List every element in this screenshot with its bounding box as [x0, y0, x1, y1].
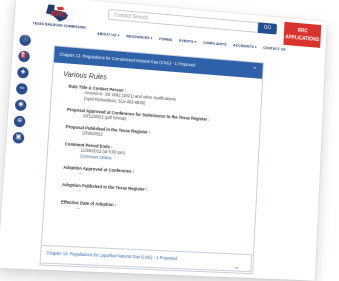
rrc-logo[interactable]: RRC TEXAS RAILROAD COMMISSION — [28, 1, 86, 36]
web-page: RRC TEXAS RAILROAD COMMISSION Contact Se… — [0, 0, 327, 281]
globe-icon[interactable]: ⊕ — [13, 115, 26, 128]
nav-item[interactable]: EVENTS ▾ — [179, 39, 196, 44]
oil-icon[interactable]: ◉ — [14, 99, 27, 112]
info-icon[interactable]: ⓘ — [19, 34, 32, 47]
nav-item[interactable]: ABOUT US ▾ — [97, 32, 120, 38]
car-icon[interactable]: ◈ — [16, 66, 29, 79]
truck-icon[interactable]: ▣ — [12, 131, 25, 144]
nav-item[interactable]: COMPLAINTS — [203, 41, 227, 47]
chapter-13-panel: Chapter 13. Regulations for Compressed N… — [39, 45, 264, 275]
chevron-up-icon[interactable]: ⌃ — [252, 63, 258, 79]
nav-item[interactable]: ACCIDENTS ▾ — [233, 43, 257, 49]
svg-text:RRC: RRC — [51, 11, 67, 19]
chevron-down-icon[interactable]: ⌄ — [234, 260, 240, 274]
pipeline-icon[interactable]: ═ — [15, 82, 28, 95]
search-go-button[interactable]: GO — [257, 22, 278, 35]
gas-pump-icon[interactable]: ⛽ — [18, 50, 31, 63]
rrc-applications-button[interactable]: RRC APPLICATIONS — [283, 21, 322, 48]
chapter-14-title: Chapter 14. Regulations for Liquefied Na… — [46, 250, 178, 261]
nav-item[interactable]: FORMS — [159, 37, 172, 42]
rules-list: Rule Title & Contact Person : Amend re: S… — [54, 83, 253, 220]
nav-item[interactable]: CONTACT US — [263, 46, 286, 52]
nav-item[interactable]: RESOURCES ▾ — [126, 34, 152, 40]
texas-map-icon: RRC — [41, 1, 73, 25]
rule-entry: Effective Date of Adoption : -- — [54, 199, 247, 220]
search-input[interactable]: Contact Search — [107, 8, 259, 33]
panel-body: Various Rules Rule Title & Contact Perso… — [40, 62, 262, 273]
sidebar-icons: ⓘ ⛽ ◈ ═ ◉ ⊕ ▣ — [12, 34, 34, 149]
